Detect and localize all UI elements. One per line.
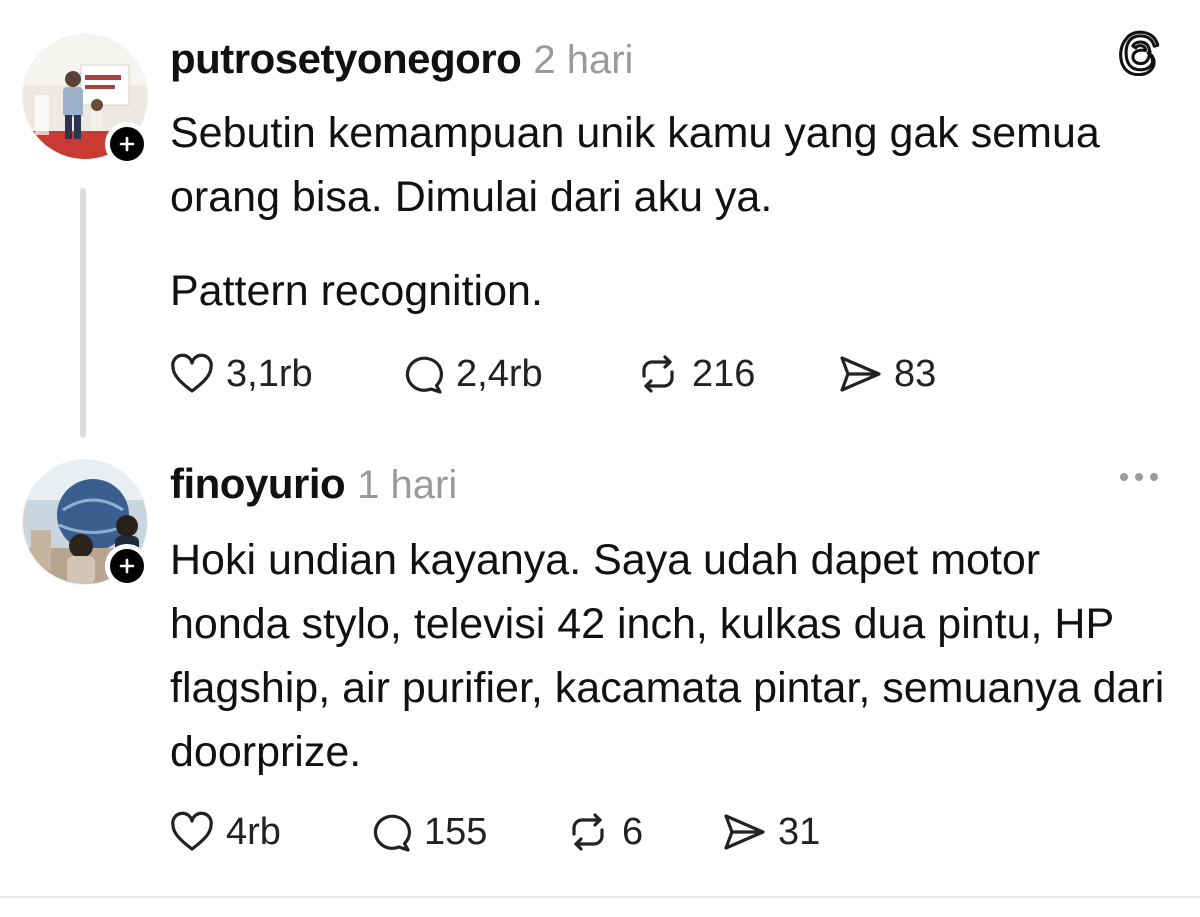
- more-options-icon[interactable]: [1114, 462, 1164, 492]
- repost-count: 6: [622, 810, 644, 853]
- share-button[interactable]: 31: [720, 808, 820, 856]
- like-count: 3,1rb: [226, 352, 313, 395]
- comment-icon: [373, 814, 412, 852]
- follow-plus-button[interactable]: [105, 122, 149, 166]
- post-text: Sebutin kemampuan unik kamu yang gak sem…: [170, 109, 1100, 221]
- repost-button[interactable]: 216: [634, 350, 836, 398]
- repost-button[interactable]: 6: [564, 808, 720, 856]
- repost-icon: [642, 355, 674, 393]
- thread-connector-line: [80, 188, 86, 438]
- like-count: 4rb: [226, 810, 281, 853]
- username[interactable]: putrosetyonegoro: [170, 35, 522, 83]
- send-icon: [840, 356, 881, 392]
- thread-post: putrosetyonegoro 2 hari Sebutin kemampua…: [0, 0, 1200, 440]
- timestamp: 2 hari: [533, 38, 634, 82]
- feed-divider: [0, 896, 1200, 898]
- post-header: finoyurio 1 hari: [170, 460, 457, 508]
- post-body: Hoki undian kayanya. Saya udah dapet mot…: [170, 528, 1170, 784]
- plus-icon: [119, 558, 135, 574]
- threads-logo-icon[interactable]: [1118, 30, 1164, 76]
- follow-plus-button[interactable]: [105, 544, 149, 588]
- timestamp: 1 hari: [357, 463, 458, 507]
- like-button[interactable]: 4rb: [168, 808, 366, 856]
- send-icon: [724, 814, 765, 850]
- action-bar: 4rb 155 6 31: [168, 808, 820, 856]
- like-button[interactable]: 3,1rb: [168, 350, 398, 398]
- share-count: 31: [778, 810, 821, 853]
- reply-button[interactable]: 155: [366, 808, 564, 856]
- plus-icon: [119, 136, 135, 152]
- share-count: 83: [894, 352, 937, 395]
- post-text: Hoki undian kayanya. Saya udah dapet mot…: [170, 536, 1165, 776]
- heart-icon: [171, 811, 213, 851]
- reply-count: 2,4rb: [456, 352, 543, 395]
- repost-icon: [572, 813, 604, 851]
- reply-button[interactable]: 2,4rb: [398, 350, 634, 398]
- comment-icon: [405, 356, 444, 394]
- post-header: putrosetyonegoro 2 hari: [170, 35, 633, 83]
- post-body: Sebutin kemampuan unik kamu yang gak sem…: [170, 101, 1170, 323]
- repost-count: 216: [692, 352, 756, 395]
- reply-count: 155: [424, 810, 488, 853]
- share-button[interactable]: 83: [836, 350, 936, 398]
- heart-icon: [171, 353, 213, 393]
- post-text: Pattern recognition.: [170, 267, 543, 315]
- thread-post: finoyurio 1 hari Hoki undian kayanya. Sa…: [0, 440, 1200, 897]
- action-bar: 3,1rb 2,4rb 216 83: [168, 350, 936, 398]
- username[interactable]: finoyurio: [170, 460, 346, 508]
